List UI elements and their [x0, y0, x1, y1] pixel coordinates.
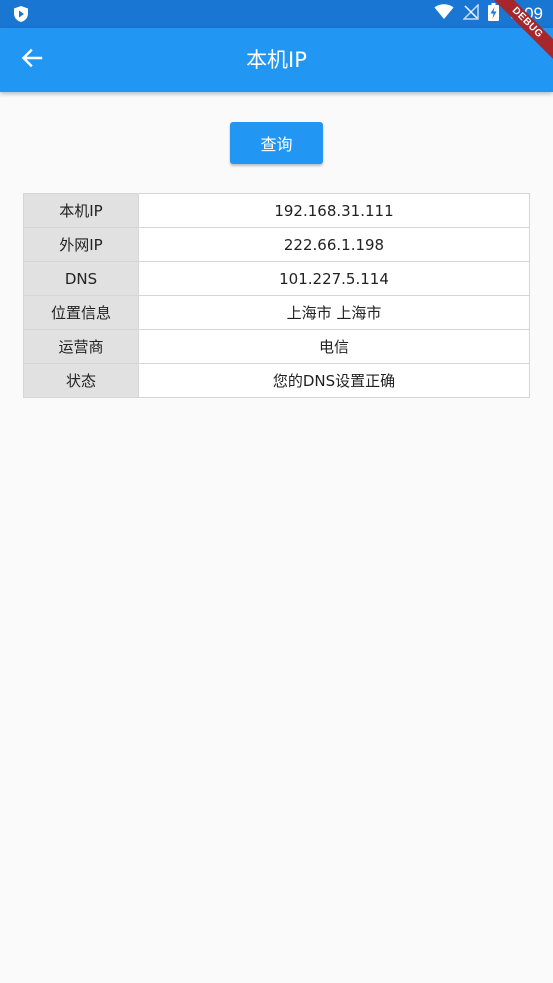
table-row-dns: DNS 101.227.5.114 [23, 261, 530, 296]
row-value: 101.227.5.114 [138, 261, 530, 296]
app-bar: 本机IP [0, 28, 553, 92]
table-row-public-ip: 外网IP 222.66.1.198 [23, 227, 530, 262]
row-label: 外网IP [23, 227, 139, 262]
query-button[interactable]: 查询 [230, 122, 323, 164]
status-time: 3:09 [509, 4, 543, 23]
shield-app-icon [12, 5, 30, 23]
arrow-back-icon [21, 47, 43, 73]
row-value: 电信 [138, 329, 530, 364]
table-row-status: 状态 您的DNS设置正确 [23, 363, 530, 398]
page-title: 本机IP [246, 48, 307, 72]
wifi-icon [434, 4, 454, 24]
row-value: 上海市 上海市 [138, 295, 530, 330]
ip-info-table: 本机IP 192.168.31.111 外网IP 222.66.1.198 DN… [23, 193, 530, 398]
row-label: 位置信息 [23, 295, 139, 330]
no-signal-icon [462, 3, 479, 24]
table-row-local-ip: 本机IP 192.168.31.111 [23, 193, 530, 228]
back-button[interactable] [14, 44, 50, 76]
row-value: 222.66.1.198 [138, 227, 530, 262]
row-label: 本机IP [23, 193, 139, 228]
row-value: 192.168.31.111 [138, 193, 530, 228]
status-bar: 3:09 [0, 0, 553, 28]
battery-charging-icon [487, 3, 499, 25]
row-label: 状态 [23, 363, 139, 398]
status-indicators: 3:09 [434, 0, 543, 28]
row-value: 您的DNS设置正确 [138, 363, 530, 398]
row-label: 运营商 [23, 329, 139, 364]
row-label: DNS [23, 261, 139, 296]
table-row-location: 位置信息 上海市 上海市 [23, 295, 530, 330]
table-row-carrier: 运营商 电信 [23, 329, 530, 364]
